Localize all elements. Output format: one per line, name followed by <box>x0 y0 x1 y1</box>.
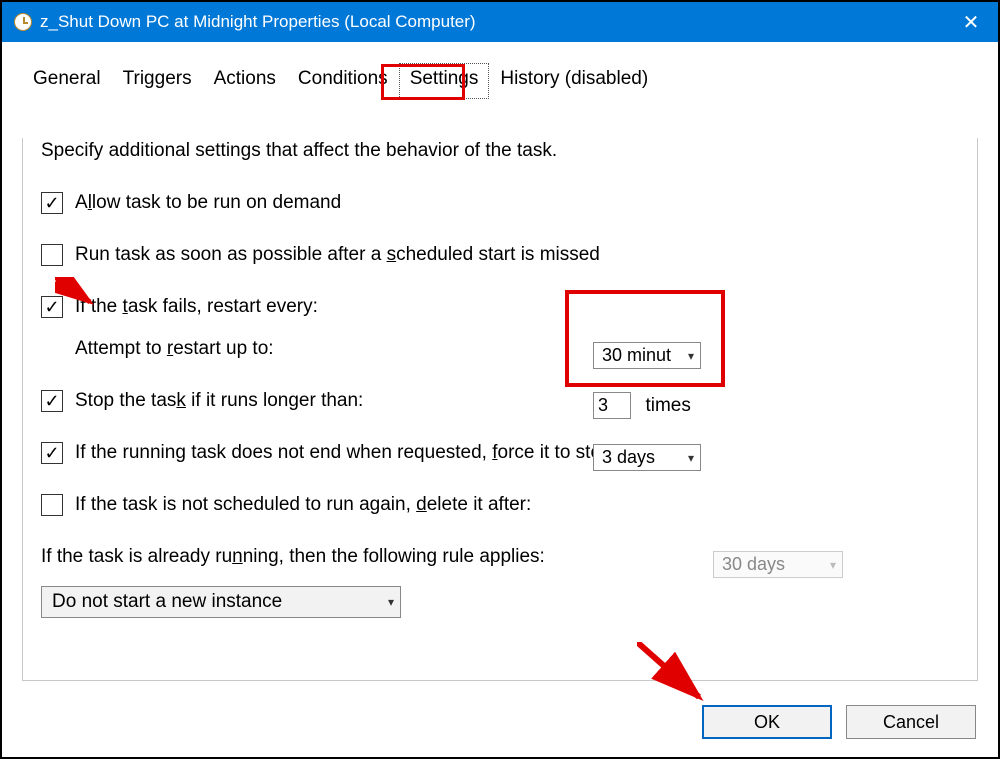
attempt-restart-suffix: times <box>645 395 690 416</box>
stop-if-longer-checkbox[interactable]: ✓ <box>41 390 63 412</box>
tab-strip: General Triggers Actions Conditions Sett… <box>2 42 998 98</box>
close-button[interactable]: ✕ <box>956 10 986 35</box>
restart-interval-value: 30 minut <box>602 345 671 366</box>
tab-general[interactable]: General <box>22 63 112 98</box>
settings-panel: Specify additional settings that affect … <box>22 138 978 681</box>
delete-after-value: 30 days <box>722 554 785 575</box>
title-bar: z_Shut Down PC at Midnight Properties (L… <box>2 2 998 42</box>
run-asap-missed-checkbox[interactable] <box>41 244 63 266</box>
delete-after-label: If the task is not scheduled to run agai… <box>75 494 531 516</box>
chevron-down-icon: ▾ <box>688 451 694 465</box>
attempt-restart-input[interactable]: 3 <box>593 392 631 419</box>
rule-value: Do not start a new instance <box>52 591 282 613</box>
delete-after-checkbox[interactable] <box>41 494 63 516</box>
delete-after-dropdown: 30 days ▾ <box>713 551 843 578</box>
restart-interval-dropdown[interactable]: 30 minut ▾ <box>593 342 701 369</box>
tab-conditions[interactable]: Conditions <box>287 63 399 98</box>
if-fails-restart-label: If the task fails, restart every: <box>75 296 318 318</box>
rule-applies-label: If the task is already running, then the… <box>41 546 545 568</box>
tab-settings[interactable]: Settings <box>399 63 490 99</box>
force-stop-label: If the running task does not end when re… <box>75 442 612 464</box>
allow-run-on-demand-checkbox[interactable]: ✓ <box>41 192 63 214</box>
allow-run-on-demand-label: Allow task to be run on demand <box>75 192 341 214</box>
stop-longer-dropdown[interactable]: 3 days ▾ <box>593 444 701 471</box>
ok-button[interactable]: OK <box>702 705 832 739</box>
settings-intro: Specify additional settings that affect … <box>23 138 977 192</box>
rule-dropdown[interactable]: Do not start a new instance ▾ <box>41 586 401 618</box>
window-title: z_Shut Down PC at Midnight Properties (L… <box>40 12 476 32</box>
clock-icon <box>14 13 32 31</box>
tab-history[interactable]: History (disabled) <box>489 63 659 98</box>
if-fails-restart-checkbox[interactable]: ✓ <box>41 296 63 318</box>
tab-triggers[interactable]: Triggers <box>112 63 203 98</box>
chevron-down-icon: ▾ <box>688 349 694 363</box>
cancel-button[interactable]: Cancel <box>846 705 976 739</box>
stop-if-longer-label: Stop the task if it runs longer than: <box>75 390 363 412</box>
run-asap-missed-label: Run task as soon as possible after a sch… <box>75 244 600 266</box>
force-stop-checkbox[interactable]: ✓ <box>41 442 63 464</box>
chevron-down-icon: ▾ <box>830 558 836 572</box>
stop-longer-value: 3 days <box>602 447 655 468</box>
attempt-restart-label: Attempt to restart up to: <box>75 338 274 360</box>
tab-actions[interactable]: Actions <box>203 63 287 98</box>
chevron-down-icon: ▾ <box>388 595 394 609</box>
